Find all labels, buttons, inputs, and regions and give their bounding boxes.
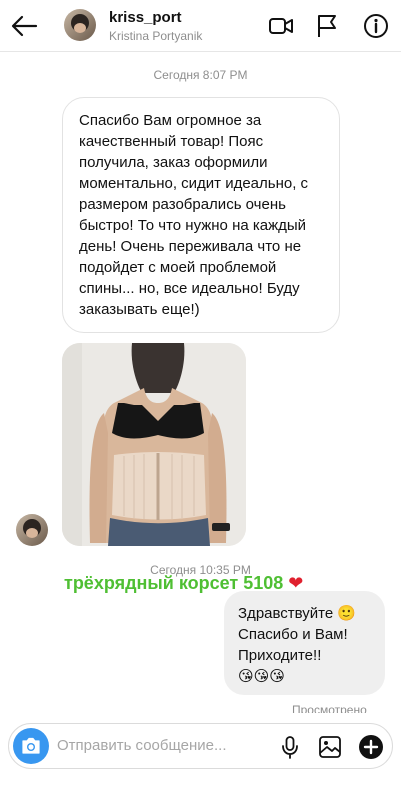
sender-avatar[interactable] <box>16 514 48 546</box>
info-icon[interactable] <box>362 12 390 40</box>
heart-icon: ❤ <box>288 573 304 593</box>
outgoing-message[interactable]: Здравствуйте 🙂 Спасибо и Вам! Приходите!… <box>224 591 385 695</box>
message-line: Спасибо и Вам! <box>238 626 348 643</box>
message-input[interactable] <box>57 737 267 754</box>
timestamp: Сегодня 8:07 PM <box>153 68 248 82</box>
flag-icon[interactable] <box>313 12 341 40</box>
seen-status: Просмотрено <box>292 703 367 713</box>
message-composer <box>8 723 393 769</box>
message-line: Здравствуйте 🙂 <box>238 605 357 622</box>
message-line: 😘😘😘 <box>238 668 285 685</box>
username[interactable]: kriss_port <box>109 9 182 26</box>
system-nav-bar <box>0 782 401 800</box>
full-name: Kristina Portyanik <box>109 29 203 43</box>
back-arrow-icon[interactable] <box>8 10 40 42</box>
video-call-icon[interactable] <box>267 12 295 40</box>
add-icon[interactable] <box>358 734 384 760</box>
caption-text: трёхрядный корсет 5108 <box>64 573 284 593</box>
microphone-icon[interactable] <box>277 734 303 760</box>
gallery-icon[interactable] <box>317 734 343 760</box>
incoming-message[interactable]: Спасибо Вам огромное за качественный тов… <box>62 97 340 333</box>
message-line: Приходите!! <box>238 647 322 664</box>
avatar[interactable] <box>64 9 96 41</box>
chat-header: kriss_port Kristina Portyanik <box>0 0 401 52</box>
shared-photo[interactable] <box>62 343 246 546</box>
camera-icon[interactable] <box>13 728 49 764</box>
